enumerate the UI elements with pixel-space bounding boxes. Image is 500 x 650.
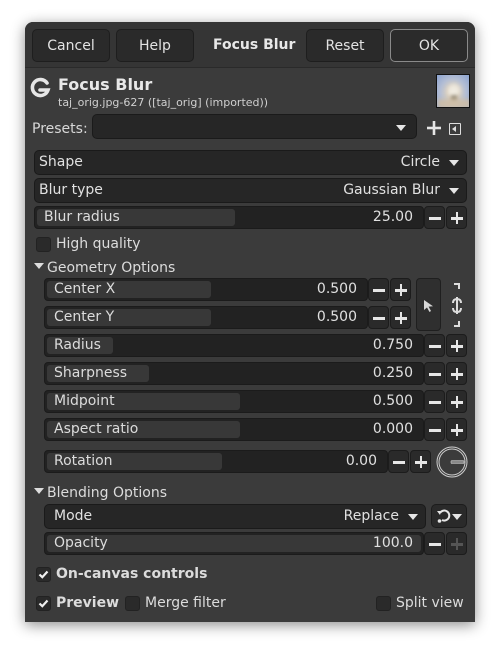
opacity-slider[interactable]: Opacity 100.0 — [44, 532, 424, 555]
radius-slider[interactable]: Radius 0.750 — [44, 334, 424, 357]
chevron-down-icon — [449, 160, 459, 166]
blending-options-label: Blending Options — [47, 485, 167, 501]
aspect-ratio-slider[interactable]: Aspect ratio 0.000 — [44, 418, 424, 441]
cancel-button[interactable]: Cancel — [32, 29, 110, 62]
radius-increment-button[interactable] — [446, 334, 467, 357]
split-view-checkbox[interactable] — [376, 596, 391, 611]
blur-type-combo[interactable]: Blur type Gaussian Blur — [34, 178, 467, 203]
composite-options-button[interactable] — [431, 504, 467, 528]
center-x-decrement-button[interactable] — [368, 278, 389, 301]
reset-rotate-icon — [437, 509, 451, 523]
add-preset-plus-icon[interactable] — [427, 121, 441, 135]
split-view-label: Split view — [396, 595, 464, 611]
center-y-decrement-button[interactable] — [368, 306, 389, 329]
center-x-label: Center X — [54, 281, 116, 297]
chevron-down-icon — [396, 125, 406, 131]
rotation-slider[interactable]: Rotation 0.00 — [44, 450, 388, 473]
blending-options-expander[interactable]: Blending Options — [34, 485, 167, 501]
center-y-increment-button[interactable] — [390, 306, 411, 329]
aspect-ratio-decrement-button[interactable] — [424, 418, 445, 441]
blend-mode-combo[interactable]: Mode Replace — [44, 504, 426, 529]
radius-value: 0.750 — [372, 337, 413, 353]
filter-title: Focus Blur — [58, 75, 153, 94]
merge-filter-label: Merge filter — [145, 595, 226, 611]
gimp-g-icon — [30, 77, 51, 98]
mode-value: Replace — [343, 508, 399, 524]
shape-label: Shape — [39, 154, 83, 170]
midpoint-decrement-button[interactable] — [424, 390, 445, 413]
preview-label: Preview — [56, 595, 120, 611]
header-bar: Cancel Help Focus Blur Reset OK — [25, 22, 475, 68]
on-canvas-controls-label: On-canvas controls — [56, 566, 208, 582]
reset-button[interactable]: Reset — [306, 29, 384, 62]
chevron-down-icon — [408, 514, 418, 520]
shape-value: Circle — [400, 154, 440, 170]
sharpness-decrement-button[interactable] — [424, 362, 445, 385]
ok-button[interactable]: OK — [390, 29, 468, 62]
high-quality-checkbox[interactable] — [36, 237, 51, 252]
rotation-decrement-button[interactable] — [388, 450, 409, 473]
center-x-increment-button[interactable] — [390, 278, 411, 301]
help-button[interactable]: Help — [116, 29, 194, 62]
blur-radius-slider[interactable]: Blur radius 25.00 — [34, 206, 424, 229]
rotation-value: 0.00 — [345, 453, 377, 469]
aspect-ratio-label: Aspect ratio — [54, 421, 139, 437]
blur-type-value: Gaussian Blur — [343, 182, 440, 198]
radius-decrement-button[interactable] — [424, 334, 445, 357]
focus-blur-dialog: Cancel Help Focus Blur Reset OK Focus Bl… — [25, 22, 475, 622]
chevron-down-icon — [449, 188, 459, 194]
on-canvas-controls-checkbox[interactable] — [36, 567, 51, 582]
opacity-label: Opacity — [54, 535, 108, 551]
shape-combo[interactable]: Shape Circle — [34, 150, 467, 175]
expander-triangle-icon — [34, 263, 44, 269]
expander-triangle-icon — [34, 488, 44, 494]
presets-menu-icon[interactable] — [449, 123, 461, 135]
midpoint-increment-button[interactable] — [446, 390, 467, 413]
blur-radius-increment-button[interactable] — [446, 206, 467, 229]
opacity-value: 100.0 — [372, 535, 413, 551]
center-y-value: 0.500 — [316, 309, 357, 325]
center-y-label: Center Y — [54, 309, 115, 325]
rotation-increment-button[interactable] — [410, 450, 431, 473]
pointer-arrow-icon — [424, 300, 433, 312]
image-thumbnail — [436, 74, 470, 108]
geometry-options-expander[interactable]: Geometry Options — [34, 260, 175, 276]
checkmark-icon — [38, 570, 49, 579]
merge-filter-checkbox[interactable] — [125, 596, 140, 611]
center-x-value: 0.500 — [316, 281, 357, 297]
presets-label: Presets: — [32, 121, 88, 137]
geometry-options-label: Geometry Options — [47, 260, 176, 276]
center-x-slider[interactable]: Center X 0.500 — [44, 278, 368, 301]
blur-radius-decrement-button[interactable] — [424, 206, 445, 229]
center-y-slider[interactable]: Center Y 0.500 — [44, 306, 368, 329]
midpoint-value: 0.500 — [372, 393, 413, 409]
radius-label: Radius — [54, 337, 101, 353]
opacity-decrement-button[interactable] — [424, 532, 445, 555]
pick-coordinates-button[interactable] — [416, 278, 441, 331]
aspect-ratio-value: 0.000 — [372, 421, 413, 437]
presets-combo[interactable] — [92, 114, 417, 139]
sharpness-slider[interactable]: Sharpness 0.250 — [44, 362, 424, 385]
preview-checkbox[interactable] — [36, 596, 51, 611]
image-subtitle: taj_orig.jpg-627 ([taj_orig] (imported)) — [58, 96, 269, 109]
midpoint-slider[interactable]: Midpoint 0.500 — [44, 390, 424, 413]
checkmark-icon — [38, 599, 49, 608]
sharpness-increment-button[interactable] — [446, 362, 467, 385]
rotation-label: Rotation — [54, 453, 113, 469]
dialog-title: Focus Blur — [213, 37, 296, 53]
sharpness-value: 0.250 — [372, 365, 413, 381]
opacity-increment-button — [446, 532, 467, 555]
high-quality-label: High quality — [56, 236, 141, 252]
blur-type-label: Blur type — [39, 182, 103, 198]
aspect-ratio-increment-button[interactable] — [446, 418, 467, 441]
sharpness-label: Sharpness — [54, 365, 128, 381]
rotation-dial[interactable] — [436, 446, 468, 478]
mode-label: Mode — [54, 508, 93, 524]
blur-radius-value: 25.00 — [372, 209, 413, 225]
midpoint-label: Midpoint — [54, 393, 115, 409]
chain-link-icon[interactable] — [450, 281, 464, 329]
chevron-down-icon — [452, 514, 462, 520]
blur-radius-label: Blur radius — [44, 209, 120, 225]
